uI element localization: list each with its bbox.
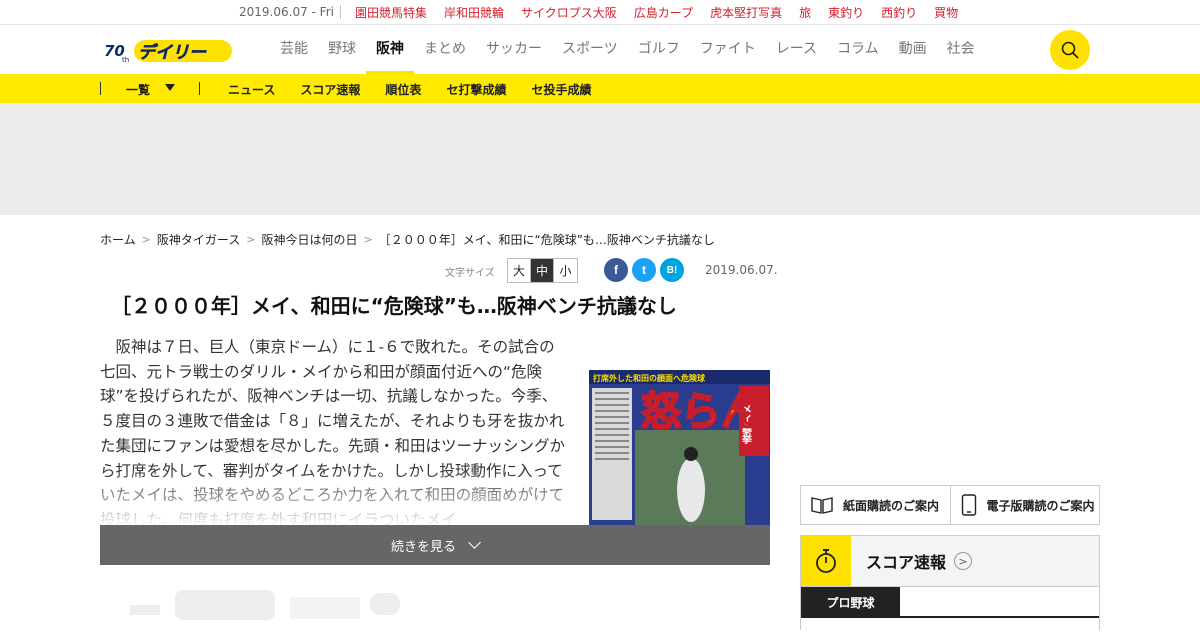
nav-item-fight[interactable]: ファイト — [690, 25, 766, 74]
subscription-links: 紙面購読のご案内 電子版購読のご案内 — [800, 485, 1100, 525]
score-widget: スコア速報 > プロ野球 — [800, 535, 1100, 630]
divider — [340, 5, 341, 19]
article-title: ［２０００年］メイ、和田に“危険球”も…阪神ベンチ抗議なし — [111, 294, 677, 318]
top-link[interactable]: 買物 — [934, 4, 958, 21]
svg-text:怒らん: 怒らん — [641, 389, 761, 435]
chevron-down-icon — [468, 536, 481, 549]
site-header: 70 th デイリー 芸能 野球 阪神 まとめ サッカー スポーツ ゴルフ ファ… — [0, 25, 1200, 74]
facebook-share-icon[interactable]: f — [604, 258, 628, 282]
main-nav: 芸能 野球 阪神 まとめ サッカー スポーツ ゴルフ ファイト レース コラム … — [270, 25, 985, 74]
nav-item-society[interactable]: 社会 — [937, 25, 985, 74]
ad-banner-area — [0, 103, 1200, 215]
breadcrumb-current: ［２０００年］メイ、和田に“危険球”も…阪神ベンチ抗議なし — [378, 233, 715, 247]
score-icon-box — [801, 536, 851, 586]
chevron-right-icon: > — [141, 233, 151, 246]
top-utility-bar: 2019.06.07 - Fri 園田競馬特集 岸和田競輪 サイクロプス大阪 広… — [0, 0, 1200, 25]
digital-subscription-link[interactable]: 電子版購読のご案内 — [951, 486, 1100, 524]
newspaper-front-page-image[interactable]: 打席外した和田の顔面へ危険球 メイ暴挙 怒らん — [589, 370, 770, 525]
digital-subscription-label: 電子版購読のご案内 — [986, 498, 1095, 513]
caret-down-icon[interactable] — [165, 84, 175, 91]
paper-subscription-link[interactable]: 紙面購読のご案内 — [801, 486, 951, 524]
tab-pro-baseball[interactable]: プロ野球 — [801, 587, 900, 617]
top-link[interactable]: サイクロプス大阪 — [521, 4, 617, 21]
faded-thumbnail — [120, 585, 420, 630]
publish-date: 2019.06.07. — [705, 263, 778, 277]
breadcrumb-home[interactable]: ホーム — [100, 231, 136, 248]
nav-item-baseball[interactable]: 野球 — [318, 25, 366, 74]
nav-item-golf[interactable]: ゴルフ — [628, 25, 690, 74]
top-link[interactable]: 旅 — [799, 4, 811, 21]
top-link[interactable]: 園田競馬特集 — [355, 4, 427, 21]
front-page-graphic: 打席外した和田の顔面へ危険球 メイ暴挙 怒らん — [589, 370, 770, 525]
twitter-share-icon[interactable]: t — [632, 258, 656, 282]
font-size-label: 文字サイズ — [445, 268, 495, 279]
sub-nav-standings[interactable]: 順位表 — [385, 81, 421, 98]
logo-graphic: 70 th デイリー — [104, 40, 232, 64]
divider — [199, 82, 200, 95]
sub-nav-score[interactable]: スコア速報 — [300, 81, 360, 98]
stopwatch-icon — [816, 549, 836, 573]
nav-item-column[interactable]: コラム — [827, 25, 889, 74]
top-link[interactable]: 西釣り — [881, 4, 917, 21]
font-size-large[interactable]: 大 — [508, 259, 531, 282]
tab-underline — [801, 616, 1099, 618]
sub-nav: 一覧 ニュース スコア速報 順位表 セ打撃成績 セ投手成績 — [0, 74, 1200, 103]
breadcrumb-today[interactable]: 阪神今日は何の日 — [261, 231, 357, 248]
article-body: 阪神は７日、巨人（東京ドーム）に１-６で敗れた。その試合の七回、元トラ戦士のダリ… — [100, 335, 568, 525]
nav-item-video[interactable]: 動画 — [889, 25, 937, 74]
hatena-bookmark-icon[interactable]: B! — [660, 258, 684, 282]
chevron-right-icon[interactable]: > — [954, 552, 973, 570]
search-button[interactable] — [1050, 30, 1090, 70]
read-more-label: 続きを見る — [390, 538, 456, 554]
list-dropdown[interactable]: 一覧 — [126, 81, 150, 98]
sub-nav-news[interactable]: ニュース — [228, 81, 275, 98]
nav-item-soccer[interactable]: サッカー — [476, 25, 552, 74]
sub-nav-pitching[interactable]: セ投手成績 — [531, 81, 591, 98]
svg-text:打席外した和田の顔面へ危険球: 打席外した和田の顔面へ危険球 — [593, 373, 706, 383]
breadcrumb: ホーム > 阪神タイガース > 阪神今日は何の日 > ［２０００年］メイ、和田に… — [100, 231, 715, 248]
font-size-medium[interactable]: 中 — [531, 259, 554, 282]
nav-item-matome[interactable]: まとめ — [414, 25, 476, 74]
nav-item-entertainment[interactable]: 芸能 — [270, 25, 318, 74]
read-more-button[interactable]: 続きを見る — [100, 525, 770, 565]
top-link[interactable]: 東釣り — [828, 4, 864, 21]
top-link[interactable]: 広島カープ — [634, 4, 693, 21]
sub-nav-items: ニュース スコア速報 順位表 セ打撃成績 セ投手成績 — [228, 81, 616, 98]
nav-item-race[interactable]: レース — [766, 25, 827, 74]
sub-nav-batting[interactable]: セ打撃成績 — [446, 81, 506, 98]
nav-item-hanshin[interactable]: 阪神 — [366, 25, 414, 74]
divider — [100, 82, 101, 95]
breadcrumb-tigers[interactable]: 阪神タイガース — [157, 231, 240, 248]
score-header[interactable]: スコア速報 > — [801, 536, 1099, 587]
daily-logo[interactable]: 70 th デイリー — [104, 38, 236, 64]
chevron-right-icon: > — [363, 233, 373, 246]
score-title: スコア速報 — [866, 553, 947, 572]
font-size-selector: 大 中 小 — [507, 258, 578, 283]
svg-text:th: th — [122, 56, 129, 64]
smartphone-icon — [961, 494, 976, 516]
nav-item-sports[interactable]: スポーツ — [552, 25, 628, 74]
top-link[interactable]: 岸和田競輪 — [444, 4, 504, 21]
paper-subscription-label: 紙面購読のご案内 — [843, 498, 940, 513]
svg-text:デイリー: デイリー — [138, 43, 207, 63]
current-date: 2019.06.07 - Fri — [239, 5, 334, 19]
top-links: 園田競馬特集 岸和田競輪 サイクロプス大阪 広島カープ 虎本堅打写真 旅 東釣り… — [340, 0, 958, 24]
search-icon — [1061, 41, 1079, 59]
top-link[interactable]: 虎本堅打写真 — [710, 4, 782, 21]
font-size-small[interactable]: 小 — [554, 259, 577, 282]
chevron-right-icon: > — [246, 233, 256, 246]
open-book-icon — [811, 497, 833, 514]
